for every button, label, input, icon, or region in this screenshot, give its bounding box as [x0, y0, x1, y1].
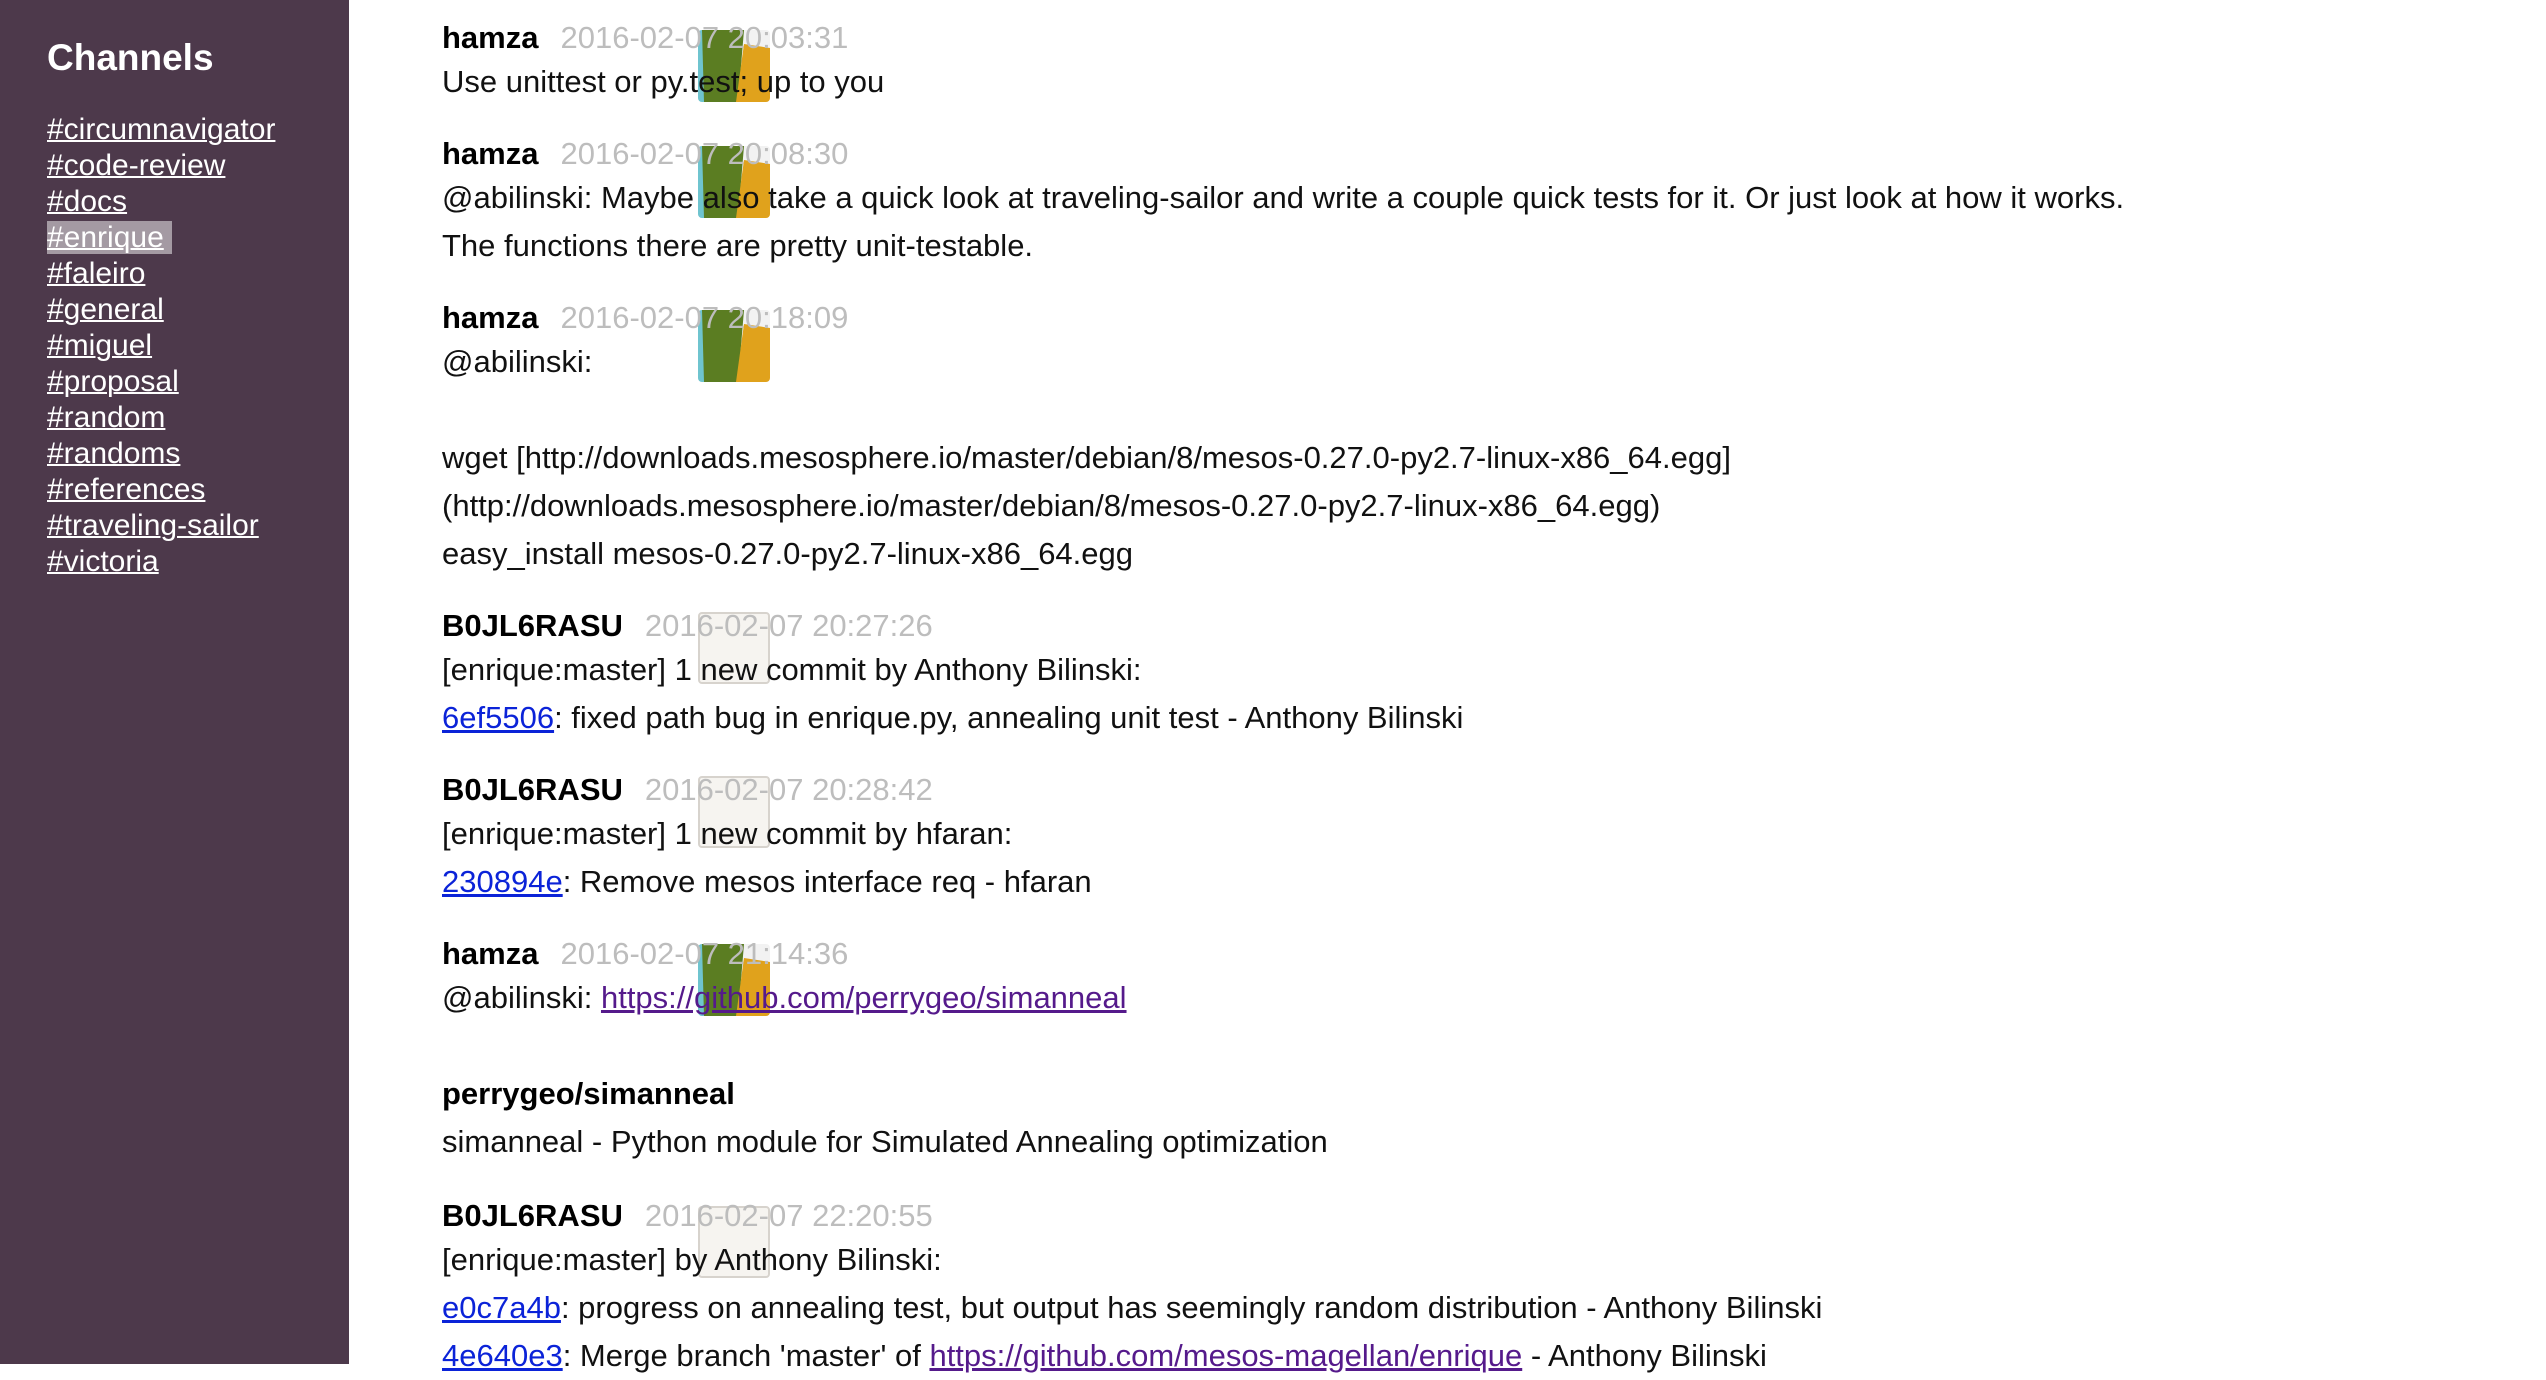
message-text: @abilinski: Maybe also take a quick look…: [442, 180, 2125, 263]
message-author[interactable]: hamza: [442, 20, 538, 55]
message-text: (http://downloads.mesosphere.io/master/d…: [442, 488, 1661, 523]
channel-item: #randoms: [47, 436, 283, 472]
message-author[interactable]: B0JL6RASU: [442, 608, 623, 643]
message-text: easy_install mesos-0.27.0-py2.7-linux-x8…: [442, 536, 1134, 571]
commit-hash-link[interactable]: e0c7a4b: [442, 1290, 561, 1325]
commit-hash-link[interactable]: 4e640e3: [442, 1338, 563, 1373]
commit-author: - Anthony Bilinski: [1522, 1338, 1767, 1373]
channel-item: #references: [47, 472, 283, 508]
sidebar-title: Channels: [47, 37, 214, 78]
message-body: B0JL6RASU 2016-02-07 22:20:55 [enrique:ma…: [442, 1196, 1822, 1380]
channel-item: #code-review: [47, 148, 283, 184]
channel-link-miguel[interactable]: #miguel: [47, 329, 160, 362]
channel-item: #general: [47, 292, 283, 328]
message-header: hamza 2016-02-07 20:18:09: [442, 298, 1731, 338]
message-body: hamza 2016-02-07 20:08:30 @abilinski: May…: [442, 134, 2162, 270]
channel-link-traveling-sailor[interactable]: #traveling-sailor: [47, 509, 267, 542]
message-author[interactable]: B0JL6RASU: [442, 772, 623, 807]
channel-item: #circumnavigator: [47, 112, 283, 148]
channel-item: #victoria: [47, 544, 283, 580]
channel-item: #traveling-sailor: [47, 508, 283, 544]
message-body: B0JL6RASU 2016-02-07 20:28:42 [enrique:ma…: [442, 770, 1092, 906]
message-url-link[interactable]: https://github.com/perrygeo/simanneal: [601, 980, 1127, 1015]
commit-message: : Merge branch 'master' of: [562, 1338, 930, 1373]
channel-item: #random: [47, 400, 283, 436]
commit-message: : Remove mesos interface req - hfaran: [562, 864, 1092, 899]
message-header: B0JL6RASU 2016-02-07 22:20:55: [442, 1196, 1822, 1236]
channel-link-docs[interactable]: #docs: [47, 185, 135, 218]
commit-message: : progress on annealing test, but output…: [560, 1290, 1823, 1325]
message-body: B0JL6RASU 2016-02-07 20:27:26 [enrique:ma…: [442, 606, 1463, 742]
message-timestamp: 2016-02-07 20:28:42: [644, 772, 933, 807]
channel-link-general[interactable]: #general: [47, 293, 172, 326]
message-header: B0JL6RASU 2016-02-07 20:27:26: [442, 606, 1463, 646]
attachment-title[interactable]: perrygeo/simanneal: [442, 1070, 1328, 1118]
message-author[interactable]: hamza: [442, 936, 538, 971]
commit-line: 230894e: Remove mesos interface req - hf…: [442, 858, 1092, 906]
message-timestamp: 2016-02-07 20:08:30: [560, 136, 849, 171]
channel-link-code-review[interactable]: #code-review: [47, 149, 233, 182]
commit-hash-link[interactable]: 230894e: [442, 864, 563, 899]
message-author[interactable]: hamza: [442, 300, 538, 335]
attachment-text: simanneal - Python module for Simulated …: [442, 1124, 1328, 1159]
channel-item: #miguel: [47, 328, 283, 364]
channel-sidebar: Channels #circumnavigator #code-review #…: [0, 0, 349, 1364]
channel-item: #docs: [47, 184, 283, 220]
message-text: [enrique:master] 1 new commit by hfaran:: [442, 816, 1013, 851]
message-timestamp: 2016-02-07 22:20:55: [644, 1198, 933, 1233]
message-mention-prefix: @abilinski:: [442, 980, 601, 1015]
commit-line: 4e640e3: Merge branch 'master' of https:…: [442, 1332, 1822, 1380]
message-header: hamza 2016-02-07 20:03:31: [442, 18, 884, 58]
message-text: [enrique:master] 1 new commit by Anthony…: [442, 652, 1142, 687]
commit-repo-link[interactable]: https://github.com/mesos-magellan/enriqu…: [929, 1338, 1522, 1373]
message-timestamp: 2016-02-07 20:03:31: [560, 20, 849, 55]
message-body: hamza 2016-02-07 20:18:09 @abilinski: wge…: [442, 298, 1731, 578]
channel-item: #proposal: [47, 364, 283, 400]
message-text: [enrique:master] by Anthony Bilinski:: [442, 1242, 942, 1277]
message-author[interactable]: hamza: [442, 136, 538, 171]
channel-link-faleiro[interactable]: #faleiro: [47, 257, 153, 290]
channel-link-enrique[interactable]: #enrique: [47, 221, 172, 254]
message-header: B0JL6RASU 2016-02-07 20:28:42: [442, 770, 1092, 810]
message-timestamp: 2016-02-07 20:18:09: [560, 300, 849, 335]
message-text: Use unittest or py.test; up to you: [442, 64, 885, 99]
commit-message: : fixed path bug in enrique.py, annealin…: [554, 700, 1464, 735]
channel-link-references[interactable]: #references: [47, 473, 213, 506]
channel-link-randoms[interactable]: #randoms: [47, 437, 188, 470]
message-text: @abilinski: https://github.com/perrygeo/…: [442, 974, 1328, 1022]
channel-link-victoria[interactable]: #victoria: [47, 545, 167, 578]
message-timestamp: 2016-02-07 21:14:36: [560, 936, 849, 971]
commit-line: e0c7a4b: progress on annealing test, but…: [442, 1284, 1822, 1332]
channel-link-proposal[interactable]: #proposal: [47, 365, 187, 398]
message-text: @abilinski:: [442, 344, 593, 379]
channel-list: #circumnavigator #code-review #docs #enr…: [47, 112, 283, 580]
message-text: wget [http://downloads.mesosphere.io/mas…: [442, 440, 1731, 475]
message-body: hamza 2016-02-07 21:14:36 @abilinski: htt…: [442, 934, 1328, 1166]
channel-item: #faleiro: [47, 256, 283, 292]
commit-line: 6ef5506: fixed path bug in enrique.py, a…: [442, 694, 1463, 742]
message-timestamp: 2016-02-07 20:27:26: [644, 608, 933, 643]
channel-link-random[interactable]: #random: [47, 401, 173, 434]
message-author[interactable]: B0JL6RASU: [442, 1198, 623, 1233]
message-header: hamza 2016-02-07 20:08:30: [442, 134, 2162, 174]
channel-link-circumnavigator[interactable]: #circumnavigator: [47, 113, 283, 146]
message-body: hamza 2016-02-07 20:03:31 Use unittest or…: [442, 18, 884, 106]
message-header: hamza 2016-02-07 21:14:36: [442, 934, 1328, 974]
channel-item: #enrique: [47, 220, 283, 256]
commit-hash-link[interactable]: 6ef5506: [442, 700, 554, 735]
